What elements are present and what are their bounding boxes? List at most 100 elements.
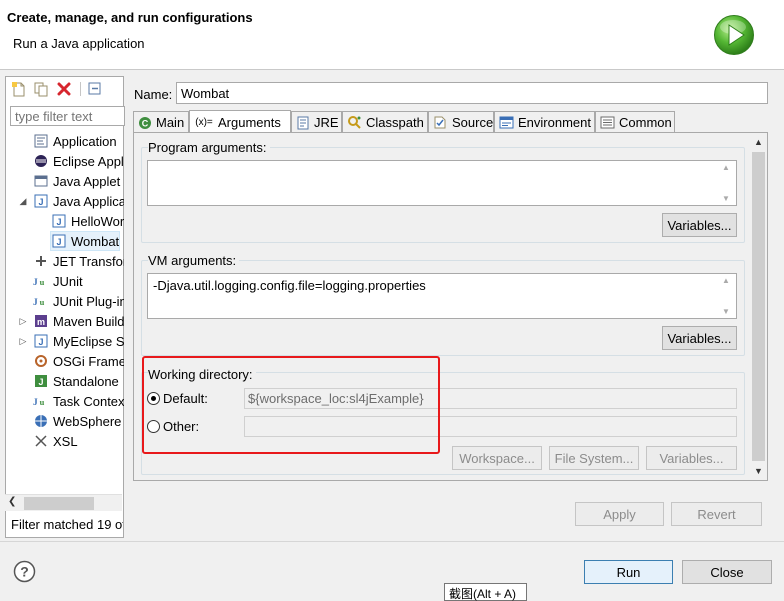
program-variables-button[interactable]: Variables... bbox=[662, 213, 737, 237]
footer-divider bbox=[0, 541, 784, 542]
vm-variables-button[interactable]: Variables... bbox=[662, 326, 737, 350]
new-launch-config-icon[interactable] bbox=[11, 81, 27, 97]
tab-common-label: Common bbox=[619, 115, 672, 130]
tree-item[interactable]: m Maven Build bbox=[33, 311, 124, 331]
tree-item-label: HelloWorld bbox=[71, 213, 124, 229]
help-icon[interactable]: ? bbox=[13, 560, 36, 583]
apply-button[interactable]: Apply bbox=[575, 502, 664, 526]
java-application-icon: J bbox=[33, 194, 48, 209]
osgi-icon bbox=[33, 354, 48, 369]
myeclipse-icon: J bbox=[33, 334, 48, 349]
program-arguments-label: Program arguments: bbox=[148, 140, 270, 155]
expand-collapse-icon[interactable]: ◢ bbox=[18, 196, 28, 206]
tree-item[interactable]: XSL bbox=[33, 431, 78, 451]
tree-item-label: XSL bbox=[53, 433, 78, 449]
tree-item[interactable]: JET Transformation bbox=[33, 251, 124, 271]
scroll-up-icon[interactable]: ▲ bbox=[722, 276, 730, 285]
scroll-up-icon[interactable]: ▲ bbox=[754, 137, 763, 147]
highlight-annotation bbox=[142, 356, 440, 454]
tree-item[interactable]: J Java Application bbox=[33, 191, 124, 211]
tab-environment[interactable]: Environment bbox=[494, 111, 595, 133]
websphere-icon bbox=[33, 414, 48, 429]
vm-args-scrollbar[interactable]: ▲ ▼ bbox=[721, 276, 733, 316]
tab-arguments[interactable]: (x)= Arguments bbox=[189, 110, 291, 134]
jre-tab-icon bbox=[296, 115, 310, 131]
jet-icon bbox=[33, 254, 48, 269]
scroll-down-icon[interactable]: ▼ bbox=[722, 194, 730, 203]
svg-text:J: J bbox=[38, 197, 43, 207]
tree-item[interactable]: J MyEclipse Server Application bbox=[33, 331, 124, 351]
dialog-subtitle: Run a Java application bbox=[13, 36, 145, 51]
config-name-input[interactable] bbox=[176, 82, 768, 104]
tree-item[interactable]: OSGi Framework bbox=[33, 351, 124, 371]
tree-horizontal-scrollbar[interactable]: ❮ bbox=[5, 494, 122, 511]
file-system-button[interactable]: File System... bbox=[549, 446, 639, 470]
filter-input[interactable] bbox=[10, 106, 125, 126]
close-button[interactable]: Close bbox=[682, 560, 772, 584]
tab-classpath-label: Classpath bbox=[366, 115, 424, 130]
svg-text:u: u bbox=[40, 297, 45, 307]
tab-source[interactable]: Source bbox=[428, 111, 494, 133]
tree-item[interactable]: Ju Task Context Test bbox=[33, 391, 124, 411]
tab-main[interactable]: C Main bbox=[133, 111, 189, 133]
tree-item[interactable]: Ju JUnit bbox=[33, 271, 83, 291]
svg-text:C: C bbox=[142, 118, 149, 128]
program-args-scrollbar[interactable]: ▲ ▼ bbox=[721, 163, 733, 203]
workspace-button[interactable]: Workspace... bbox=[452, 446, 542, 470]
svg-text:u: u bbox=[40, 397, 45, 407]
tree-item-label: Standalone bbox=[53, 373, 119, 389]
main-tab-icon: C bbox=[138, 115, 152, 131]
tree-item[interactable]: J HelloWorld bbox=[51, 211, 124, 231]
tree-item-label: JET Transformation bbox=[53, 253, 124, 269]
scroll-thumb[interactable] bbox=[752, 152, 765, 461]
scroll-thumb[interactable] bbox=[24, 497, 94, 510]
expand-icon[interactable]: ▷ bbox=[18, 316, 28, 326]
svg-text:?: ? bbox=[20, 564, 29, 580]
tab-jre-label: JRE bbox=[314, 115, 339, 130]
tree-item-label: Wombat bbox=[71, 233, 120, 249]
run-button[interactable]: Run bbox=[584, 560, 673, 584]
tab-classpath[interactable]: Classpath bbox=[342, 111, 428, 133]
duplicate-icon[interactable] bbox=[33, 81, 49, 97]
scroll-down-icon[interactable]: ▼ bbox=[754, 466, 763, 476]
tree-item[interactable]: Java Applet bbox=[33, 171, 120, 191]
tree-item[interactable]: WebSphere bbox=[33, 411, 121, 431]
tab-jre[interactable]: JRE bbox=[291, 111, 342, 133]
tree-item[interactable]: J Wombat bbox=[50, 231, 121, 251]
tab-common[interactable]: Common bbox=[595, 111, 675, 133]
toolbar-divider bbox=[80, 82, 81, 96]
tree-item[interactable]: Ju JUnit Plug-in Test bbox=[33, 291, 124, 311]
tree-item-label: JUnit Plug-in Test bbox=[53, 293, 124, 309]
scroll-left-icon[interactable]: ❮ bbox=[8, 496, 16, 507]
eclipse-icon bbox=[33, 154, 48, 169]
header-banner: Create, manage, and run configurations R… bbox=[0, 0, 784, 70]
scroll-down-icon[interactable]: ▼ bbox=[722, 307, 730, 316]
svg-text:J: J bbox=[33, 398, 38, 408]
scroll-up-icon[interactable]: ▲ bbox=[722, 163, 730, 172]
junit-icon: Ju bbox=[33, 274, 48, 289]
tree-item-label: Maven Build bbox=[53, 313, 124, 329]
task-context-icon: Ju bbox=[33, 394, 48, 409]
svg-text:J: J bbox=[33, 298, 38, 308]
dialog-title: Create, manage, and run configurations bbox=[7, 10, 253, 25]
java-launch-icon: J bbox=[51, 234, 66, 249]
tree-item[interactable]: Eclipse Application bbox=[33, 151, 124, 171]
xsl-icon bbox=[33, 434, 48, 449]
wd-variables-button[interactable]: Variables... bbox=[646, 446, 737, 470]
expand-icon[interactable]: ▷ bbox=[18, 336, 28, 346]
vm-arguments-label: VM arguments: bbox=[148, 253, 240, 268]
svg-text:J: J bbox=[38, 377, 43, 387]
vm-arguments-textarea[interactable]: -Djava.util.logging.config.file=logging.… bbox=[147, 273, 737, 319]
panel-vertical-scrollbar[interactable]: ▲ ▼ bbox=[750, 134, 767, 479]
tree-item[interactable]: J Standalone bbox=[33, 371, 119, 391]
launch-config-tree: Application Eclipse Application Java Apple… bbox=[0, 131, 124, 491]
collapse-all-icon[interactable] bbox=[87, 81, 103, 97]
filter-status: Filter matched 19 of 19 items bbox=[11, 517, 123, 532]
delete-icon[interactable] bbox=[56, 81, 72, 97]
tree-item[interactable]: Application bbox=[33, 131, 117, 151]
java-applet-icon bbox=[33, 174, 48, 189]
revert-button[interactable]: Revert bbox=[671, 502, 762, 526]
junit-plugin-icon: Ju bbox=[33, 294, 48, 309]
program-arguments-textarea[interactable] bbox=[147, 160, 737, 206]
source-tab-icon bbox=[433, 115, 448, 131]
